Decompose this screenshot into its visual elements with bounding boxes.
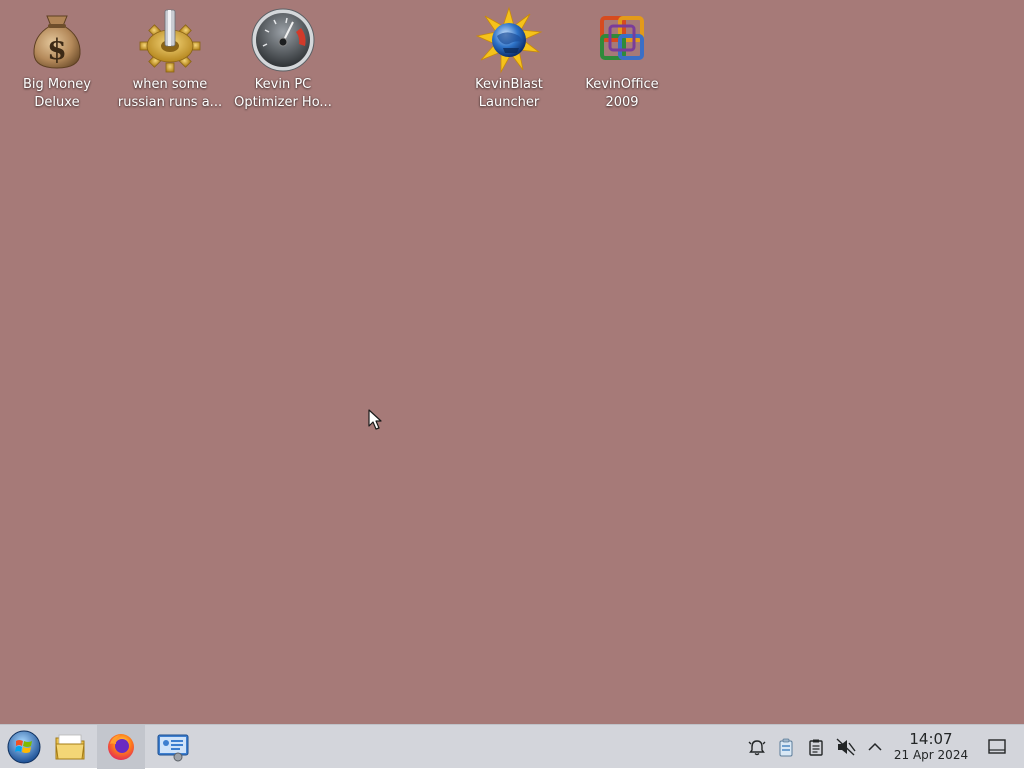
clipboard-button[interactable] — [806, 737, 826, 757]
desktop-icon-big-money-deluxe[interactable]: $ Big Money Deluxe — [1, 6, 113, 112]
desktop-icon-label: Big Money Deluxe — [22, 77, 91, 110]
start-menu-icon — [7, 730, 41, 764]
desktop-icon-when-some-russian[interactable]: when some russian runs a... — [114, 6, 226, 112]
desktop-icon-label: KevinBlast Launcher — [475, 77, 543, 110]
show-desktop-button[interactable] — [987, 737, 1007, 757]
desktop[interactable]: $ Big Money Deluxe when some russian run… — [0, 0, 1024, 724]
notifications-button[interactable] — [747, 737, 767, 757]
money-bag-icon: $ — [33, 15, 81, 69]
firefox-button[interactable] — [97, 725, 145, 769]
clipboard-bin-icon — [779, 738, 793, 757]
desktop-icon-label: KevinOffice 2009 — [585, 77, 659, 110]
clock[interactable]: 14:07 21 Apr 2024 — [888, 730, 974, 763]
clipboard-bin-button[interactable] — [776, 737, 796, 757]
file-manager-icon — [55, 734, 85, 760]
gear-icon — [139, 9, 201, 73]
mouse-pointer-icon — [368, 409, 382, 430]
show-desktop-icon — [988, 739, 1006, 754]
clipboard-icon — [809, 739, 823, 756]
desktop-icon-label: when some russian runs a... — [117, 77, 223, 110]
desktop-icon-label: Kevin PC Optimizer Ho... — [234, 77, 332, 110]
taskbar: 14:07 21 Apr 2024 — [0, 724, 1024, 769]
clock-date: 21 Apr 2024 — [893, 748, 969, 762]
volume-button[interactable] — [836, 737, 856, 757]
volume-muted-icon — [836, 738, 856, 756]
start-button[interactable] — [0, 725, 48, 769]
system-settings-button[interactable] — [149, 725, 197, 769]
desktop-icon-kevin-pc-optimizer[interactable]: Kevin PC Optimizer Ho... — [227, 6, 339, 112]
file-manager-button[interactable] — [46, 725, 94, 769]
show-hidden-icons-button[interactable] — [865, 737, 885, 757]
clock-time: 14:07 — [909, 730, 953, 748]
office-logo-icon — [600, 16, 644, 60]
globe-burst-icon — [475, 6, 543, 74]
svg-text:$: $ — [47, 33, 66, 66]
chevron-up-icon — [868, 742, 882, 751]
notifications-icon — [748, 740, 766, 756]
speedometer-icon — [251, 8, 315, 72]
desktop-icon-kevinoffice-2009[interactable]: KevinOffice 2009 — [566, 6, 678, 112]
firefox-icon — [108, 734, 134, 760]
desktop-icon-kevinblast-launcher[interactable]: KevinBlast Launcher — [453, 6, 565, 112]
system-settings-icon — [157, 734, 189, 762]
